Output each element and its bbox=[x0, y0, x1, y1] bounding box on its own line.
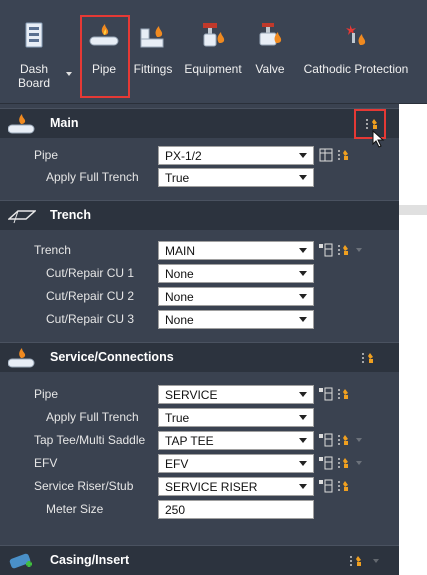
valve-button[interactable]: Valve bbox=[250, 18, 290, 100]
service-pipe-select[interactable]: SERVICE bbox=[158, 385, 314, 404]
trench-row-cu2: Cut/Repair CU 2 None bbox=[0, 286, 399, 308]
cathodic-protection-button[interactable]: Cathodic Protection bbox=[293, 18, 419, 100]
service-row-efv: EFV EFV bbox=[0, 453, 399, 475]
meter-size-label: Meter Size bbox=[46, 502, 104, 516]
chevron-down-icon bbox=[299, 317, 307, 322]
cathodic-protection-label: Cathodic Protection bbox=[303, 62, 409, 76]
chevron-down-icon bbox=[299, 461, 307, 466]
chevron-down-icon bbox=[299, 392, 307, 397]
chevron-down-icon bbox=[299, 484, 307, 489]
service-row-riser: Service Riser/Stub SERVICE RISER bbox=[0, 476, 399, 498]
chevron-down-icon bbox=[299, 415, 307, 420]
section-service-title: Service/Connections bbox=[50, 350, 174, 364]
service-row-pipe: Pipe SERVICE bbox=[0, 384, 399, 406]
chevron-down-icon bbox=[299, 153, 307, 158]
efv-label: EFV bbox=[34, 456, 58, 470]
ribbon-toolbar: Dash Board Pipe Fittings Equipment Valve… bbox=[0, 0, 427, 104]
trench-label: Trench bbox=[34, 243, 71, 257]
equipment-label: Equipment bbox=[184, 62, 242, 76]
section-main-header[interactable]: Main bbox=[0, 108, 399, 138]
pipe-icon bbox=[7, 347, 36, 369]
meter-size-input[interactable]: 250 bbox=[158, 500, 314, 519]
main-apply-full-trench-select[interactable]: True bbox=[158, 168, 314, 187]
fitting-options-icon[interactable] bbox=[336, 432, 352, 448]
section-service-header[interactable]: Service/Connections bbox=[0, 342, 399, 372]
service-riser-label: Service Riser/Stub bbox=[34, 479, 134, 493]
trench-row-cu1: Cut/Repair CU 1 None bbox=[0, 263, 399, 285]
tap-tee-label: Tap Tee/Multi Saddle bbox=[34, 433, 146, 447]
table-edit-icon[interactable] bbox=[318, 147, 334, 163]
chevron-down-icon bbox=[299, 175, 307, 180]
chevron-down-icon[interactable] bbox=[356, 248, 362, 252]
chevron-down-icon[interactable] bbox=[356, 461, 362, 465]
main-pipe-label: Pipe bbox=[34, 148, 59, 162]
service-pipe-label: Pipe bbox=[34, 387, 59, 401]
valve-label: Valve bbox=[255, 62, 285, 76]
main-row-apply-full-trench: Apply Full Trench True bbox=[0, 167, 399, 189]
section-trench-title: Trench bbox=[50, 208, 91, 222]
table-edit-icon[interactable] bbox=[318, 478, 334, 494]
cut-repair-cu1-label: Cut/Repair CU 1 bbox=[46, 266, 135, 280]
dashboard-label-line2: Board bbox=[17, 76, 51, 90]
service-apply-full-trench-label: Apply Full Trench bbox=[46, 410, 139, 424]
fittings-icon bbox=[136, 18, 170, 54]
trench-row-cu3: Cut/Repair CU 3 None bbox=[0, 309, 399, 331]
section-casing-title: Casing/Insert bbox=[50, 553, 130, 567]
casing-options-icon[interactable] bbox=[346, 552, 366, 570]
chevron-down-icon[interactable] bbox=[373, 559, 379, 563]
main-apply-full-trench-label: Apply Full Trench bbox=[46, 170, 139, 184]
section-main-title: Main bbox=[50, 116, 79, 130]
service-row-apply-full-trench: Apply Full Trench True bbox=[0, 407, 399, 429]
fitting-options-icon[interactable] bbox=[336, 242, 352, 258]
casing-icon bbox=[8, 550, 36, 572]
dashboard-button[interactable]: Dash Board bbox=[14, 18, 54, 100]
fitting-options-icon[interactable] bbox=[336, 386, 352, 402]
chevron-down-icon bbox=[299, 248, 307, 253]
chevron-down-icon bbox=[299, 438, 307, 443]
cut-repair-cu3-select[interactable]: None bbox=[158, 310, 314, 329]
dashboard-dropdown-icon[interactable] bbox=[66, 72, 72, 76]
service-options-icon[interactable] bbox=[358, 349, 378, 367]
fitting-options-icon[interactable] bbox=[336, 455, 352, 471]
service-row-meter-size: Meter Size 250 bbox=[0, 499, 399, 521]
cathodic-protection-icon bbox=[339, 18, 373, 54]
table-edit-icon[interactable] bbox=[318, 242, 334, 258]
pipe-icon bbox=[7, 113, 36, 135]
cut-repair-cu3-label: Cut/Repair CU 3 bbox=[46, 312, 135, 326]
tap-tee-select[interactable]: TAP TEE bbox=[158, 431, 314, 450]
dashboard-label-line1: Dash bbox=[19, 62, 48, 76]
valve-icon bbox=[253, 18, 287, 54]
dashboard-icon bbox=[17, 18, 51, 54]
fitting-options-icon[interactable] bbox=[336, 478, 352, 494]
cut-repair-cu2-select[interactable]: None bbox=[158, 287, 314, 306]
cut-repair-cu1-select[interactable]: None bbox=[158, 264, 314, 283]
table-edit-icon[interactable] bbox=[318, 386, 334, 402]
trench-icon bbox=[7, 205, 37, 227]
table-edit-icon[interactable] bbox=[318, 432, 334, 448]
main-row-pipe: Pipe PX-1/2 bbox=[0, 145, 399, 167]
section-casing-header[interactable]: Casing/Insert bbox=[0, 545, 399, 575]
pipe-button-highlight bbox=[80, 15, 130, 98]
panel-right-divider bbox=[399, 205, 427, 215]
fittings-label: Fittings bbox=[133, 62, 173, 76]
chevron-down-icon[interactable] bbox=[356, 438, 362, 442]
chevron-down-icon bbox=[299, 294, 307, 299]
service-riser-select[interactable]: SERVICE RISER bbox=[158, 477, 314, 496]
cut-repair-cu2-label: Cut/Repair CU 2 bbox=[46, 289, 135, 303]
fittings-button[interactable]: Fittings bbox=[130, 18, 176, 100]
trench-row-trench: Trench MAIN bbox=[0, 240, 399, 262]
trench-select[interactable]: MAIN bbox=[158, 241, 314, 260]
main-pipe-select[interactable]: PX-1/2 bbox=[158, 146, 314, 165]
panel-right-margin bbox=[399, 104, 427, 575]
efv-select[interactable]: EFV bbox=[158, 454, 314, 473]
fitting-options-icon[interactable] bbox=[336, 147, 352, 163]
equipment-button[interactable]: Equipment bbox=[178, 18, 248, 100]
chevron-down-icon bbox=[299, 271, 307, 276]
service-row-tap-tee: Tap Tee/Multi Saddle TAP TEE bbox=[0, 430, 399, 452]
section-trench-header[interactable]: Trench bbox=[0, 200, 399, 230]
table-edit-icon[interactable] bbox=[318, 455, 334, 471]
equipment-icon bbox=[196, 18, 230, 54]
service-apply-full-trench-select[interactable]: True bbox=[158, 408, 314, 427]
